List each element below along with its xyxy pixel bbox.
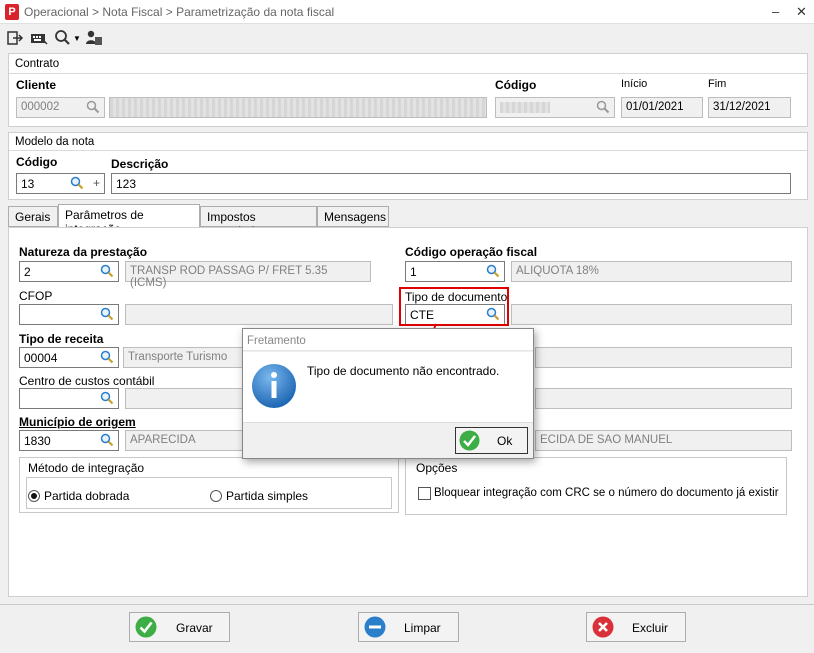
app-logo-icon: P xyxy=(5,4,19,20)
search-icon[interactable] xyxy=(486,264,500,278)
metodo-title: Método de integração xyxy=(28,461,145,475)
cliente-code-field: 000002 xyxy=(16,97,105,118)
descricao-input[interactable]: 123 xyxy=(111,173,791,194)
contrato-code-field xyxy=(495,97,615,118)
window-title: Operacional > Nota Fiscal > Parametrizaç… xyxy=(24,5,335,19)
codigo-label: Código xyxy=(495,78,537,92)
toolbar: ▼ xyxy=(0,25,814,51)
minus-icon xyxy=(364,616,386,638)
tipo-receita-code-input[interactable]: 00004 xyxy=(19,347,119,368)
search-icon[interactable] xyxy=(70,176,84,190)
search-icon[interactable] xyxy=(100,307,114,321)
search-icon[interactable] xyxy=(596,100,610,114)
modelo-title: Modelo da nota xyxy=(15,136,95,148)
partida-simples-label: Partida simples xyxy=(226,489,309,503)
cliente-name-field xyxy=(109,97,487,118)
natureza-label: Natureza da prestação xyxy=(19,245,148,259)
bloquear-checkbox[interactable] xyxy=(418,487,431,500)
cfo-code-input[interactable]: 1 xyxy=(405,261,505,282)
tab-mensagens[interactable]: Mensagens xyxy=(317,206,389,227)
fretamento-dialog: Fretamento Tipo de documento não encontr… xyxy=(242,328,534,459)
natureza-desc-field: TRANSP ROD PASSAG P/ FRET 5.35 (ICMS) xyxy=(125,261,371,289)
municipio-code-input[interactable]: 1830 xyxy=(19,430,119,451)
search-icon[interactable] xyxy=(100,350,114,364)
municipio-label: Município de origem xyxy=(19,415,136,429)
dialog-title: Fretamento xyxy=(243,329,533,351)
cfo-desc-field: ALIQUOTA 18% xyxy=(511,261,792,282)
search-icon[interactable] xyxy=(100,391,114,405)
excluir-button[interactable]: Excluir xyxy=(586,612,686,642)
search-icon[interactable] xyxy=(100,264,114,278)
metodo-groupbox: Método de integração Partida dobrada Par… xyxy=(19,457,399,513)
search-dropdown-icon[interactable] xyxy=(54,29,72,47)
inicio-field: 01/01/2021 xyxy=(621,97,703,118)
title-bar: P Operacional > Nota Fiscal > Parametriz… xyxy=(0,0,814,24)
tab-impostos-associados[interactable]: Impostos associados xyxy=(200,206,317,238)
fim-label: Fim xyxy=(708,78,727,90)
users-icon[interactable] xyxy=(85,29,103,47)
cfo-label: Código operação fiscal xyxy=(405,245,538,259)
modelo-codigo-label: Código xyxy=(16,155,58,169)
tab-parametros-integracao[interactable]: Parâmetros de integração xyxy=(58,204,200,236)
search-icon[interactable] xyxy=(86,100,100,114)
cfop-label: CFOP xyxy=(19,289,53,303)
gravar-button[interactable]: Gravar xyxy=(129,612,230,642)
ok-button[interactable]: Ok xyxy=(455,427,528,454)
check-icon xyxy=(135,616,157,638)
centro-label: Centro de custos contábil xyxy=(19,374,155,388)
close-button[interactable]: ✕ xyxy=(796,4,807,20)
keyboard-icon[interactable] xyxy=(30,29,48,47)
opcoes-title: Opções xyxy=(416,461,458,475)
chevron-down-icon[interactable]: ▼ xyxy=(73,34,81,43)
cfop-desc-field xyxy=(125,304,393,325)
tab-gerais[interactable]: Gerais xyxy=(8,206,58,227)
centro-code-input[interactable] xyxy=(19,388,119,409)
ok-label: Ok xyxy=(497,434,513,448)
check-icon xyxy=(459,430,480,451)
tipo-receita-label: Tipo de receita xyxy=(19,332,104,346)
exit-icon[interactable] xyxy=(6,29,24,47)
cliente-label: Cliente xyxy=(16,78,57,92)
search-icon[interactable] xyxy=(100,433,114,447)
dialog-message: Tipo de documento não encontrado. xyxy=(307,364,500,378)
fim-field: 31/12/2021 xyxy=(708,97,791,118)
radio-partida-simples[interactable] xyxy=(210,490,222,502)
right-field-row3 xyxy=(535,347,792,368)
bloquear-label: Bloquear integração com CRC se o número … xyxy=(434,487,779,499)
descricao-label: Descrição xyxy=(111,157,169,171)
contrato-panel: Contrato Cliente 000002 Código Início 01… xyxy=(8,53,808,127)
info-icon xyxy=(252,364,296,408)
partida-dobrada-label: Partida dobrada xyxy=(44,489,130,503)
natureza-code-input[interactable]: 2 xyxy=(19,261,119,282)
limpar-label: Limpar xyxy=(404,621,441,635)
opcoes-groupbox: Opções Bloquear integração com CRC se o … xyxy=(405,457,787,515)
radio-partida-dobrada[interactable] xyxy=(28,490,40,502)
right-field-row4 xyxy=(535,388,792,409)
municipio-right-field: ECIDA DE SAO MANUEL xyxy=(535,430,792,451)
delete-icon xyxy=(592,616,614,638)
minimize-button[interactable]: – xyxy=(772,4,779,19)
cfop-code-input[interactable] xyxy=(19,304,119,325)
limpar-button[interactable]: Limpar xyxy=(358,612,459,642)
modelo-codigo-input[interactable]: 13 + xyxy=(16,173,105,194)
modelo-panel: Modelo da nota Código 13 + Descrição 123 xyxy=(8,132,808,200)
gravar-label: Gravar xyxy=(176,621,213,635)
highlight-box xyxy=(399,287,509,326)
contrato-title: Contrato xyxy=(15,58,60,70)
inicio-label: Início xyxy=(621,78,648,90)
excluir-label: Excluir xyxy=(632,621,669,635)
tipo-doc-desc-field xyxy=(511,304,792,325)
add-icon[interactable]: + xyxy=(93,176,100,190)
